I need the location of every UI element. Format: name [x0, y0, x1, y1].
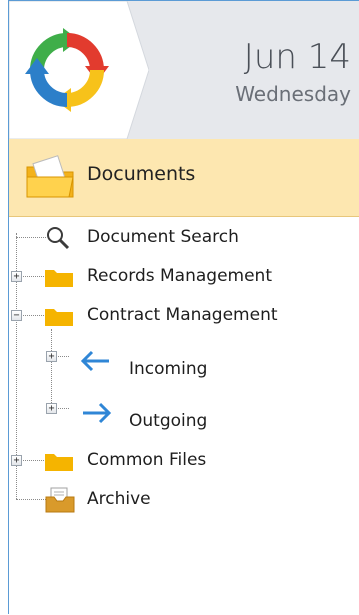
collapse-contract-management-button[interactable]: − [11, 310, 22, 321]
records-management-label: Records Management [87, 266, 272, 286]
logo-area [9, 1, 149, 139]
tree-item-contract-management[interactable]: Contract Management [87, 299, 278, 331]
expand-incoming-button[interactable]: + [46, 351, 57, 362]
tree-item-archive[interactable]: Archive [87, 483, 151, 515]
folder-icon [45, 267, 73, 287]
expand-outgoing-button[interactable]: + [46, 403, 57, 414]
contract-management-label: Contract Management [87, 305, 278, 325]
archive-icon [45, 487, 75, 513]
tree-item-outgoing[interactable]: Outgoing [129, 405, 207, 437]
search-icon [47, 227, 70, 250]
documents-folder-icon [26, 155, 74, 198]
document-tree: Document Search + Records Management − C… [9, 217, 359, 615]
arrow-left-icon [80, 350, 109, 372]
tree-line [51, 329, 52, 411]
date-label: Jun 14 [243, 37, 351, 77]
incoming-label: Incoming [129, 359, 208, 379]
tree-item-document-search[interactable]: Document Search [87, 221, 239, 253]
folder-icon [45, 451, 73, 471]
archive-label: Archive [87, 489, 151, 509]
tree-item-common-files[interactable]: Common Files [87, 444, 206, 476]
expand-common-files-button[interactable]: + [11, 455, 22, 466]
tree-item-incoming[interactable]: Incoming [129, 353, 207, 385]
document-search-label: Document Search [87, 227, 239, 247]
tree-line [16, 499, 46, 500]
folder-icon [45, 306, 73, 326]
weekday-label: Wednesday [235, 82, 351, 106]
side-panel: Jun 14 Wednesday Documents Document Sear… [8, 0, 359, 614]
expand-records-management-button[interactable]: + [11, 271, 22, 282]
header: Jun 14 Wednesday [9, 1, 359, 140]
documents-label: Documents [87, 163, 196, 185]
tree-line [16, 237, 46, 238]
arrow-right-icon [83, 402, 112, 424]
documents-section-header[interactable]: Documents [9, 139, 359, 217]
common-files-label: Common Files [87, 450, 207, 470]
date-block: Jun 14 Wednesday [235, 37, 351, 107]
tree-item-records-management[interactable]: Records Management [87, 260, 272, 292]
app-logo-icon [9, 1, 149, 139]
outgoing-label: Outgoing [129, 411, 208, 431]
